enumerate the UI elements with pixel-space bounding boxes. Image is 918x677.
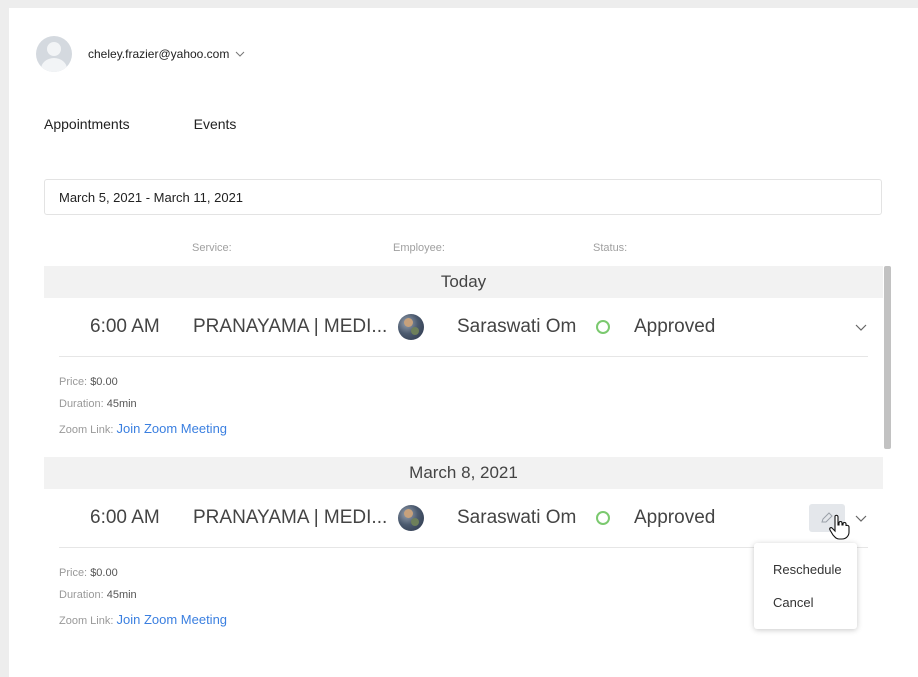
employee-name: Saraswati Om <box>457 507 577 528</box>
duration-line: Duration: 45min <box>59 589 137 601</box>
user-menu[interactable]: cheley.frazier@yahoo.com <box>36 36 245 72</box>
appointment-status: Approved <box>634 316 716 337</box>
day-header: March 8, 2021 <box>44 457 883 489</box>
status-approved-icon <box>596 320 610 334</box>
chevron-down-icon[interactable] <box>855 513 867 523</box>
user-avatar-icon <box>36 36 72 72</box>
appointment-time: 6:00 AM <box>90 316 160 337</box>
tab-appointments[interactable]: Appointments <box>44 116 130 132</box>
chevron-down-icon[interactable] <box>855 322 867 332</box>
customer-panel: cheley.frazier@yahoo.com Appointments Ev… <box>9 8 918 677</box>
hand-cursor-icon <box>829 514 850 540</box>
zoom-label: Zoom Link: <box>59 424 114 436</box>
appointment-service: PRANAYAMA | MEDI... <box>193 316 388 337</box>
zoom-link[interactable]: Join Zoom Meeting <box>116 421 227 436</box>
chevron-down-icon[interactable] <box>235 49 245 59</box>
price-value: $0.00 <box>90 376 118 388</box>
employee-avatar <box>398 505 424 531</box>
reschedule-menu-item[interactable]: Reschedule <box>773 562 842 577</box>
price-line: Price: $0.00 <box>59 567 118 579</box>
duration-label: Duration: <box>59 398 104 410</box>
zoom-line: Zoom Link: Join Zoom Meeting <box>59 612 227 627</box>
price-value: $0.00 <box>90 567 118 579</box>
zoom-label: Zoom Link: <box>59 615 114 627</box>
status-approved-icon <box>596 511 610 525</box>
price-line: Price: $0.00 <box>59 376 118 388</box>
cancel-menu-item[interactable]: Cancel <box>773 595 813 610</box>
price-label: Price: <box>59 567 88 579</box>
employee-name: Saraswati Om <box>457 316 577 337</box>
date-range-input[interactable]: March 5, 2021 - March 11, 2021 <box>44 179 882 215</box>
appointment-time: 6:00 AM <box>90 507 160 528</box>
column-header-status: Status: <box>593 242 628 254</box>
day-header: Today <box>44 266 883 298</box>
user-email: cheley.frazier@yahoo.com <box>88 47 230 61</box>
appointment-details: Price: $0.00 Duration: 45min Zoom Link: … <box>44 357 883 457</box>
employee-avatar <box>398 314 424 340</box>
date-range-value: March 5, 2021 - March 11, 2021 <box>59 189 244 205</box>
column-header-service: Service: <box>192 242 232 254</box>
actions-dropdown: Reschedule Cancel <box>754 543 857 629</box>
day-header-label: March 8, 2021 <box>409 463 518 482</box>
appointment-service: PRANAYAMA | MEDI... <box>193 507 388 528</box>
price-label: Price: <box>59 376 88 388</box>
tab-events[interactable]: Events <box>194 116 237 132</box>
duration-value: 45min <box>106 589 137 601</box>
day-header-label: Today <box>440 272 487 291</box>
duration-line: Duration: 45min <box>59 398 137 410</box>
tabs: Appointments Events <box>44 116 236 132</box>
zoom-line: Zoom Link: Join Zoom Meeting <box>59 421 227 436</box>
scrollbar[interactable] <box>884 266 891 449</box>
appointment-status: Approved <box>634 507 716 528</box>
appointment-row[interactable]: 6:00 AM PRANAYAMA | MEDI... Saraswati Om… <box>44 298 883 356</box>
appointment-row[interactable]: 6:00 AM PRANAYAMA | MEDI... Saraswati Om… <box>44 489 883 547</box>
duration-value: 45min <box>106 398 137 410</box>
zoom-link[interactable]: Join Zoom Meeting <box>116 612 227 627</box>
duration-label: Duration: <box>59 589 104 601</box>
column-header-employee: Employee: <box>393 242 445 254</box>
